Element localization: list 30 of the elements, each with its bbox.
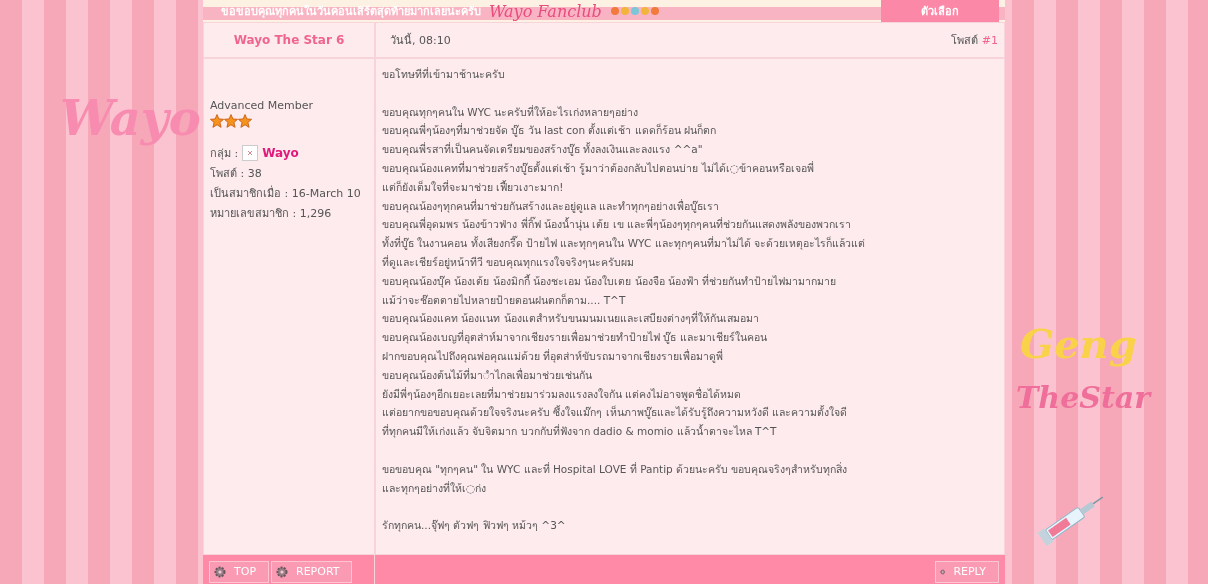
post-paragraph: ขอขอบคุณ "ทุกๆคน" ใน WYC และที่ Hospital LOVE ที่ Pantip ด้วยนะครับ ขอบคุณจริงๆสำหรับทุกสิ่ง และทุกๆอย่างที่ให้เ◌ก่ง — [382, 461, 849, 497]
report-button[interactable]: REPORT — [271, 560, 353, 583]
broken-image-icon — [242, 145, 259, 161]
post-number-link[interactable]: #1 — [981, 34, 998, 47]
member-posts: โพสต์ : 38 — [210, 166, 262, 182]
post-time: วันนี้, 08:10 — [390, 32, 451, 49]
side-art-text: Wayo — [60, 90, 201, 146]
star-icon — [238, 114, 252, 128]
options-button[interactable]: ตัวเลือก — [881, 0, 999, 22]
member-number: หมายเลขสมาชิก : 1,296 — [210, 206, 332, 222]
member-rank: Advanced Member — [210, 99, 314, 112]
reply-button[interactable]: REPLY — [935, 560, 999, 583]
thread-title: ขอขอบคุณทุกคนในวันคอนเสิร์ตสุดท้ายมากเลยนะครับ — [221, 3, 481, 20]
post-paragraph: ขอบคุณทุกๆคนใน WYC นะครับที่ให้อะไรเก่งหลายๆอย่าง ขอบคุณพี่ๆน้องๆที่มาช่วยจัด บู๊ธ วัน last con ตั้งแต่เช้า แดดก็ร้อน ฝนก็ตก ขอบคุณพี่รสาที่เป็นคนจัดเตรียมของสร้างบู๊ธ ทั้งลงเงินและลงแรง ^^a" ขอบคุณน้องแคทที่มาช่วยสร้างบู๊ธตั้งแต่เช้า รู้มาว่าต้องกลับไปตอนบ่าย ไม่ได้เ◌ข้าคอนหรือเจอพี่ แต่ก็ยังเต็มใจที่จะมาช่วย เฟี้ยวเงาะมาก! ขอบคุณน้องๆทุกคนที่มาช่วยกันสร้างและอยู่ดูแล และทำทุกๆอย่างเพื่อบู๊ธเรา ขอบคุณพี่อุดมพร น้องข้าวฟ่าง พี่กิ๊ฟ น้องน้ำนุ่น เต้ย เข และพี่ๆน้องๆทุกๆคนที่ช่วยกันแสดงพลังของพวกเรา ทั้งที่บู๊ธ ในงานคอน ทั้งเสียงกรี๊ด ป้ายไฟ และทุกๆคนใน WYC และทุกๆคนที่มาไม่ได้ จะด้วยเหตุอะไรก็แล้วแต่ ที่ดูและเชียร์อยู่หน้าทีวี ขอบคุณทุกแรงใจจริงๆนะครับผม ขอบคุณน้องบุ๊ค น้องเต้ย น้องมิกกี้ น้องชะเอม น้องใบเตย น้องจือ น้องฟ้า ที่ช่วยกันทำป้ายไฟมามากมาย แม้ว่าจะช๊อตตายไปหลายป้ายตอนฝนตกก็ตาม.... T^T ขอบคุณน้องแคท น้องแนท น้องแตสำหรับขนมนมเนยและเสบียงต่างๆที่ให้กันเสมอมา ขอบคุณน้องเบญที่อุตส่าห์มาจากเชียงรายเพื่อมาช่วยทำป้ายไฟ บู๊ธ และมาเชียร์ในคอน ฝากขอบคุณไปถึงคุณพ่อคุณแม่ด้วย ที่อุตส่าห์ขับรถมาจากเชียงรายเพื่อมาดูพี่ ขอบคุณน้องต้นไม้ที่มา◌ำไกลเพื่อมาช่วยเช่นกัน ยังมีพี่ๆน้องๆอีกเยอะเลยที่มาช่วยมาร่วมลงแรงลงใจกัน แต่คงไม่อาจพูดชื่อได้หมด แต่อยากขอขอบคุณด้วยใจจริงนะครับ ซึ้งใจแม๊กๆ เห็นภาพบู๊ธและได้รับรู้ถึงความหวังดี และความตั้งใจดี ที่ทุกคนมีให้เก่งแล้ว จับจิตมาก บวกกับที่ฟังจาก dadio & momio แล้วน้ำตาจะไหล T^T — [382, 104, 866, 440]
author-name[interactable]: Wayo The Star 6 — [233, 33, 345, 47]
member-joined: เป็นสมาชิกเมื่อ : 16-March 10 — [210, 184, 361, 202]
group-label: กลุ่ม : — [210, 146, 239, 162]
side-art-text: TheStar — [1016, 380, 1150, 415]
gear-icon — [214, 565, 226, 578]
post-paragraph: ขอโทษทีที่เข้ามาช้านะครับ — [382, 66, 506, 82]
gear-icon — [276, 565, 288, 578]
group-name: Wayo — [262, 146, 299, 160]
star-icon — [224, 114, 238, 128]
star-icon — [210, 114, 224, 128]
fanclub-logo: Wayo Fanclub — [489, 1, 602, 21]
post-paragraph: รักทุกคน...จุ๊ฟๆ ตัวฟๆ ฟิวฟๆ หม้วๆ ^3^ — [382, 518, 567, 534]
post-label: โพสต์ — [951, 34, 979, 47]
side-art-text: Geng — [1020, 320, 1137, 367]
flowers-icon — [609, 6, 660, 16]
top-button[interactable]: TOP — [209, 560, 269, 583]
